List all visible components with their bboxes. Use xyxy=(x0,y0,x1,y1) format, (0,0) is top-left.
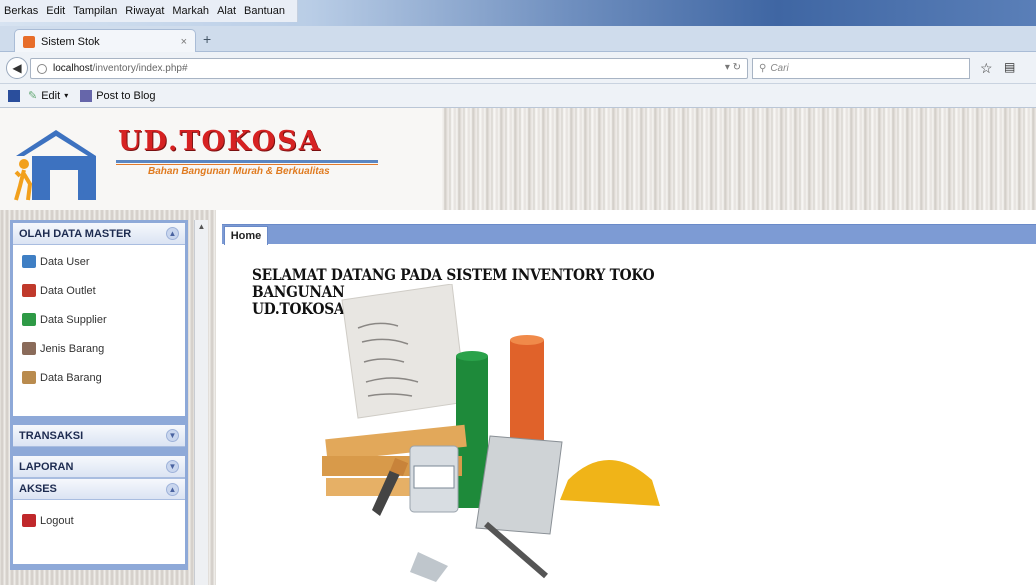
favicon-icon xyxy=(23,35,35,48)
chevron-down-icon[interactable]: ▼ xyxy=(166,429,179,442)
search-icon: ⚲ xyxy=(759,63,767,74)
bookmarks-menu-icon[interactable]: ▤ xyxy=(1004,60,1015,74)
sidebar-item-data-barang[interactable]: Data Barang xyxy=(13,363,185,392)
scroll-up-icon[interactable]: ▲ xyxy=(195,220,208,234)
menu-bantuan[interactable]: Bantuan xyxy=(244,5,285,17)
sidebar-item-label: Logout xyxy=(40,514,74,527)
chevron-up-icon[interactable]: ▲ xyxy=(166,482,179,496)
store-icon xyxy=(22,284,36,297)
sidebar-item-label: Jenis Barang xyxy=(40,342,105,355)
tab-title: Sistem Stok xyxy=(41,35,100,48)
browser-menubar: Berkas Edit Tampilan Riwayat Markah Alat… xyxy=(0,0,1036,26)
panel-master-header[interactable]: OLAH DATA MASTER ▲ xyxy=(13,223,185,245)
search-placeholder: Cari xyxy=(770,63,789,74)
sidebar-scrollbar[interactable]: ▲ xyxy=(194,220,208,585)
sidebar-item-label: Data Supplier xyxy=(40,313,107,326)
bookmark-star-icon[interactable]: ☆ xyxy=(980,60,993,77)
sidebar-item-logout[interactable]: Logout xyxy=(13,506,185,535)
brand-divider xyxy=(116,160,378,163)
panel-akses-body: Logout xyxy=(13,500,185,564)
dropdown-icon: ▾ xyxy=(64,91,69,100)
panel-laporan-header[interactable]: LAPORAN ▼ xyxy=(13,456,185,478)
url-host: localhost xyxy=(53,63,93,74)
ci-icon[interactable] xyxy=(8,89,20,102)
box-icon xyxy=(22,342,36,355)
reload-icon[interactable]: ▾ ↻ xyxy=(725,62,741,73)
brand-name: UD.TOKOSA xyxy=(118,126,322,157)
panel-akses-header[interactable]: AKSES ▲ xyxy=(13,478,185,500)
menu-berkas[interactable]: Berkas xyxy=(4,5,38,17)
sidebar-item-data-outlet[interactable]: Data Outlet xyxy=(13,276,185,305)
navigation-bar: ◀ localhost /inventory/index.php# ▾ ↻ ⚲ … xyxy=(0,52,1036,84)
supplier-icon xyxy=(22,313,36,326)
bookmarks-toolbar: ✎ Edit ▾ Post to Blog xyxy=(0,84,1036,108)
building-materials-illustration xyxy=(322,284,660,582)
panel-master-body: Data User Data Outlet Data Supplier Jeni… xyxy=(13,245,185,416)
panel-transaksi-title: TRANSAKSI xyxy=(19,429,84,442)
sidebar-item-data-supplier[interactable]: Data Supplier xyxy=(13,305,185,334)
url-path: /inventory/index.php# xyxy=(92,63,188,74)
sidebar-item-label: Data User xyxy=(40,255,90,268)
pencil-icon: ✎ xyxy=(28,90,38,102)
menu-edit[interactable]: Edit xyxy=(46,5,65,17)
sidebar-item-data-user[interactable]: Data User xyxy=(13,247,185,276)
logout-icon xyxy=(22,514,36,527)
sidebar-item-jenis-barang[interactable]: Jenis Barang xyxy=(13,334,185,363)
content-tabbar: Home xyxy=(222,224,1036,245)
site-header: UD.TOKOSA Bahan Bangunan Murah & Berkual… xyxy=(0,108,1036,210)
post-to-blog-label: Post to Blog xyxy=(96,89,156,102)
boxes-icon xyxy=(22,371,36,384)
sidebar-region: OLAH DATA MASTER ▲ Data User Data Outlet… xyxy=(0,210,216,585)
edit-bookmark[interactable]: ✎ Edit ▾ xyxy=(28,89,69,103)
close-tab-icon[interactable]: × xyxy=(181,36,187,48)
panel-transaksi-header[interactable]: TRANSAKSI ▼ xyxy=(13,425,185,447)
search-input[interactable]: ⚲ Cari xyxy=(752,58,970,79)
brand-tagline: Bahan Bangunan Murah & Berkualitas xyxy=(148,166,330,177)
browser-tab[interactable]: Sistem Stok × xyxy=(14,29,196,53)
sidebar-item-label: Data Outlet xyxy=(40,284,96,297)
menu-markah[interactable]: Markah xyxy=(172,5,209,17)
post-to-blog-bookmark[interactable]: Post to Blog xyxy=(80,89,156,102)
panel-gap xyxy=(13,447,185,456)
brand-divider-accent xyxy=(116,164,378,165)
users-icon xyxy=(22,255,36,268)
house-logo-icon xyxy=(14,130,96,201)
blog-icon xyxy=(80,89,93,102)
edit-label: Edit xyxy=(41,89,61,102)
new-tab-button[interactable]: + xyxy=(203,31,211,47)
logo-area: UD.TOKOSA Bahan Bangunan Murah & Berkual… xyxy=(0,108,442,210)
menu-tampilan[interactable]: Tampilan xyxy=(73,5,117,17)
tab-home[interactable]: Home xyxy=(224,226,268,245)
panel-gap xyxy=(13,416,185,425)
url-bar[interactable]: localhost /inventory/index.php# ▾ ↻ xyxy=(30,58,748,79)
sidebar-item-label: Data Barang xyxy=(40,371,102,384)
globe-icon xyxy=(37,63,47,74)
chevron-down-icon[interactable]: ▼ xyxy=(166,460,179,473)
main-content: Home SELAMAT DATANG PADA SISTEM INVENTOR… xyxy=(222,224,1036,585)
menu-list: Berkas Edit Tampilan Riwayat Markah Alat… xyxy=(0,0,299,22)
back-button[interactable]: ◀ xyxy=(6,57,28,79)
panel-akses-title: AKSES xyxy=(19,483,57,495)
sidebar-accordion: OLAH DATA MASTER ▲ Data User Data Outlet… xyxy=(10,220,188,570)
panel-master-title: OLAH DATA MASTER xyxy=(19,227,132,240)
panel-laporan-title: LAPORAN xyxy=(19,460,74,473)
menu-riwayat[interactable]: Riwayat xyxy=(125,5,164,17)
back-arrow-icon: ◀ xyxy=(12,61,22,75)
chevron-up-icon[interactable]: ▲ xyxy=(166,227,179,240)
web-page: UD.TOKOSA Bahan Bangunan Murah & Berkual… xyxy=(0,108,1036,585)
tab-strip: Sistem Stok × + xyxy=(0,26,1036,53)
menu-alat[interactable]: Alat xyxy=(217,5,236,17)
